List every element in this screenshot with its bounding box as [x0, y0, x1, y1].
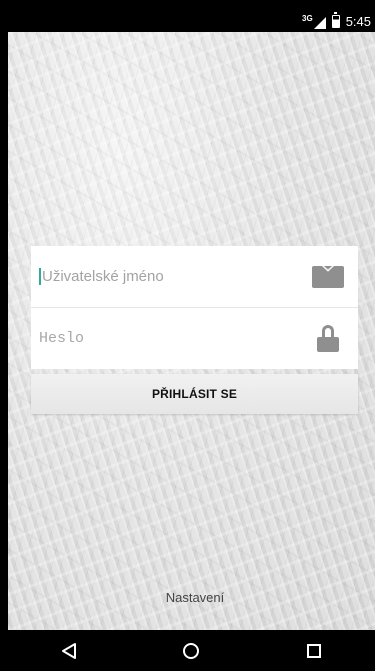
network-indicator: 3G [302, 13, 326, 29]
battery-icon [331, 12, 340, 28]
status-time: 5:45 [345, 14, 371, 29]
login-form [31, 246, 358, 369]
network-type-label: 3G [302, 13, 313, 23]
home-button[interactable] [171, 630, 211, 671]
username-input[interactable] [39, 268, 312, 285]
password-input[interactable] [39, 330, 317, 347]
login-screen: 3G 5:45 PŘIHLÁSIT SE Nastavení [0, 0, 375, 671]
login-button[interactable]: PŘIHLÁSIT SE [31, 374, 358, 414]
mail-icon [312, 265, 344, 288]
recent-apps-button[interactable] [294, 630, 334, 671]
password-row [31, 307, 358, 369]
username-row [31, 246, 358, 307]
lock-icon [317, 325, 339, 352]
recent-apps-icon [306, 643, 322, 659]
signal-icon [313, 16, 326, 29]
home-icon [182, 642, 200, 660]
back-button[interactable] [49, 630, 89, 671]
back-icon [61, 642, 77, 660]
navigation-bar [8, 630, 375, 671]
settings-link[interactable]: Nastavení [0, 590, 375, 605]
status-bar: 3G 5:45 [8, 11, 375, 32]
